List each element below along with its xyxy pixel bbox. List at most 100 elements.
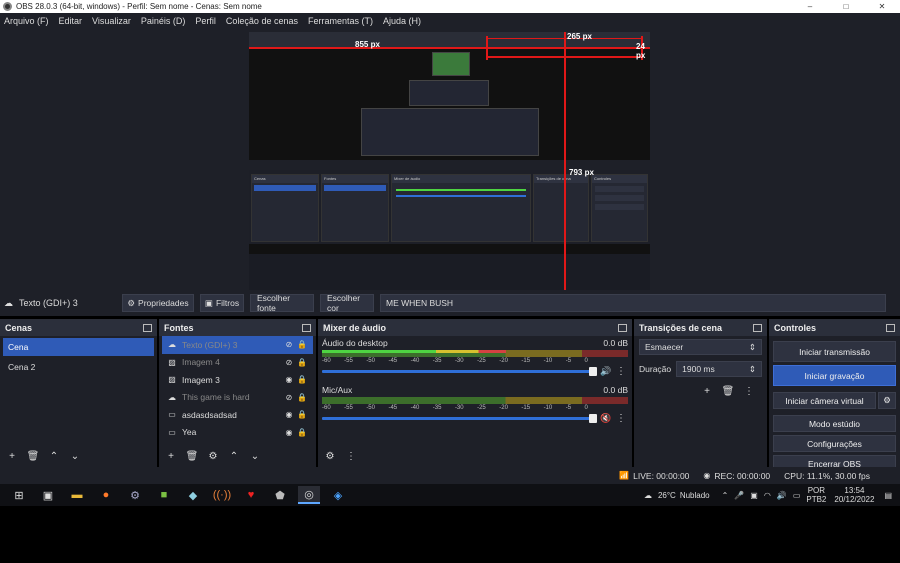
trash-icon[interactable]: 🗑	[25, 448, 41, 464]
folder-icon[interactable]: ▬	[66, 486, 88, 504]
start-virtual-camera-button[interactable]: Iniciar câmera virtual	[773, 392, 876, 409]
source-item[interactable]: ▨ Imagem 4 ⊘ 🔒	[162, 354, 313, 372]
more-options-icon[interactable]: ⋮	[614, 366, 628, 377]
language-indicator[interactable]: POR PTB2	[806, 486, 826, 504]
measure-label-left: 855 px	[355, 40, 380, 49]
weather-widget[interactable]: ☁ 26°C Nublado	[644, 491, 710, 500]
gear-icon[interactable]: ⚙	[322, 448, 338, 464]
windows-start-icon[interactable]: ⊞	[8, 486, 30, 504]
gear-icon[interactable]: ⚙	[205, 448, 221, 464]
eye-hidden-icon[interactable]: ⊘	[282, 358, 296, 367]
source-item[interactable]: ☁ Texto (GDI+) 3 ⊘ 🔒	[162, 336, 313, 354]
eye-icon[interactable]: ◉	[282, 428, 296, 437]
eye-hidden-icon[interactable]: ⊘	[282, 393, 296, 402]
choose-font-button[interactable]: Escolher fonte	[250, 293, 314, 313]
wifi-icon[interactable]: ◠	[764, 491, 771, 500]
eye-hidden-icon[interactable]: ⊘	[282, 340, 296, 349]
system-tray: ☁ 26°C Nublado ⌃ 🎤 ▣ ◠ 🔊 ▭ POR PTB2 13:54…	[644, 484, 900, 506]
volume-slider-handle[interactable]	[589, 414, 597, 423]
lock-icon[interactable]: 🔒	[296, 358, 308, 367]
maximize-button[interactable]: □	[828, 0, 864, 13]
undock-icon[interactable]	[143, 324, 152, 332]
minimize-button[interactable]: –	[792, 0, 828, 13]
transition-select[interactable]: Esmaecer ⇕	[639, 339, 762, 355]
source-item[interactable]: ▨ Imagem 3 ◉ 🔒	[162, 371, 313, 389]
menu-tools[interactable]: Ferramentas (T)	[308, 16, 373, 26]
volume-slider-handle[interactable]	[589, 367, 597, 376]
duration-spinbox[interactable]: 1900 ms ⇕	[676, 361, 762, 377]
properties-button[interactable]: ⚙ Propriedades	[122, 294, 194, 312]
volume-icon[interactable]: 🔊	[777, 491, 787, 500]
move-down-icon[interactable]: ⌄	[247, 448, 263, 464]
scene-item[interactable]: Cena 2	[3, 358, 154, 376]
settings-button[interactable]: Configurações	[773, 435, 896, 452]
source-item[interactable]: ☁ This game is hard ⊘ 🔒	[162, 389, 313, 407]
choose-color-button[interactable]: Escolher cor	[320, 293, 374, 313]
close-button[interactable]: ✕	[864, 0, 900, 13]
clock[interactable]: 13:54 20/12/2022	[834, 486, 874, 504]
device-icon[interactable]: ▣	[750, 491, 758, 500]
app-taskbar-icon[interactable]: ◈	[327, 486, 349, 504]
menu-profile[interactable]: Perfil	[195, 16, 216, 26]
undock-icon[interactable]	[753, 324, 762, 332]
menu-docks[interactable]: Painéis (D)	[141, 16, 186, 26]
menu-scene-collection[interactable]: Coleção de cenas	[226, 16, 298, 26]
battery-icon[interactable]: ▭	[793, 491, 801, 500]
speaker-muted-icon[interactable]: 🔇	[598, 413, 614, 424]
cube-app-icon[interactable]: ◆	[182, 486, 204, 504]
obs-taskbar-icon[interactable]: ◎	[298, 486, 320, 504]
text-input[interactable]: ME WHEN BUSH	[380, 294, 886, 312]
more-options-icon[interactable]: ⋮	[614, 413, 628, 424]
move-up-icon[interactable]: ⌃	[226, 448, 242, 464]
menu-edit[interactable]: Editar	[59, 16, 83, 26]
add-icon[interactable]: +	[4, 448, 20, 464]
source-item[interactable]: ▭ asdasdsadsad ◉ 🔒	[162, 406, 313, 424]
undock-icon[interactable]	[302, 324, 311, 332]
nested-controls-header: Controles	[592, 175, 647, 183]
add-icon[interactable]: +	[699, 383, 715, 399]
trash-icon[interactable]: 🗑	[184, 448, 200, 464]
lock-icon[interactable]: 🔒	[296, 375, 308, 384]
volume-slider[interactable]	[322, 414, 597, 423]
menu-help[interactable]: Ajuda (H)	[383, 16, 421, 26]
lock-icon[interactable]: 🔒	[296, 428, 308, 437]
undock-icon[interactable]	[618, 324, 627, 332]
wifi-app-icon[interactable]: ((·))	[211, 486, 233, 504]
app-store-icon[interactable]: ▣	[37, 486, 59, 504]
speaker-icon[interactable]: 🔊	[598, 366, 614, 377]
firefox-icon[interactable]: ●	[95, 486, 117, 504]
start-streaming-button[interactable]: Iniciar transmissão	[773, 341, 896, 362]
monitor-icon: ▭	[168, 427, 176, 437]
menu-view[interactable]: Visualizar	[92, 16, 131, 26]
move-up-icon[interactable]: ⌃	[46, 448, 62, 464]
lock-icon[interactable]: 🔒	[296, 393, 308, 402]
scene-item[interactable]: Cena	[3, 338, 154, 356]
notification-icon[interactable]: ▤	[884, 491, 892, 500]
chevron-up-icon[interactable]: ⌃	[722, 491, 729, 500]
heart-app-icon[interactable]: ♥	[240, 486, 262, 504]
menu-file[interactable]: Arquivo (F)	[4, 16, 49, 26]
more-options-icon[interactable]: ⋮	[343, 448, 359, 464]
add-icon[interactable]: +	[163, 448, 179, 464]
minecraft-icon[interactable]: ■	[153, 486, 175, 504]
scenes-dock: Cenas Cena Cena 2 + 🗑 ⌃ ⌄	[0, 319, 157, 467]
more-options-icon[interactable]: ⋮	[741, 383, 757, 399]
virtual-camera-settings-button[interactable]: ⚙	[878, 392, 896, 409]
eye-icon[interactable]: ◉	[282, 375, 296, 384]
lock-icon[interactable]: 🔒	[296, 340, 308, 349]
start-recording-button[interactable]: Iniciar gravação	[773, 365, 896, 386]
lock-icon[interactable]: 🔒	[296, 410, 308, 419]
move-down-icon[interactable]: ⌄	[67, 448, 83, 464]
undock-icon[interactable]	[886, 324, 895, 332]
filters-button[interactable]: ▣ Filtros	[200, 294, 244, 312]
volume-slider[interactable]	[322, 367, 597, 376]
preview-canvas[interactable]: Cenas Fontes Mixer de áudio Transições d…	[249, 32, 650, 310]
trash-icon[interactable]: 🗑	[720, 383, 736, 399]
channel-name: Áudio do desktop	[322, 338, 388, 348]
eye-icon[interactable]: ◉	[282, 410, 296, 419]
steam-icon[interactable]: ⚙	[124, 486, 146, 504]
studio-mode-button[interactable]: Modo estúdio	[773, 415, 896, 432]
shield-app-icon[interactable]: ⬟	[269, 486, 291, 504]
source-item[interactable]: ▭ Yea ◉ 🔒	[162, 424, 313, 442]
microphone-icon[interactable]: 🎤	[734, 491, 744, 500]
